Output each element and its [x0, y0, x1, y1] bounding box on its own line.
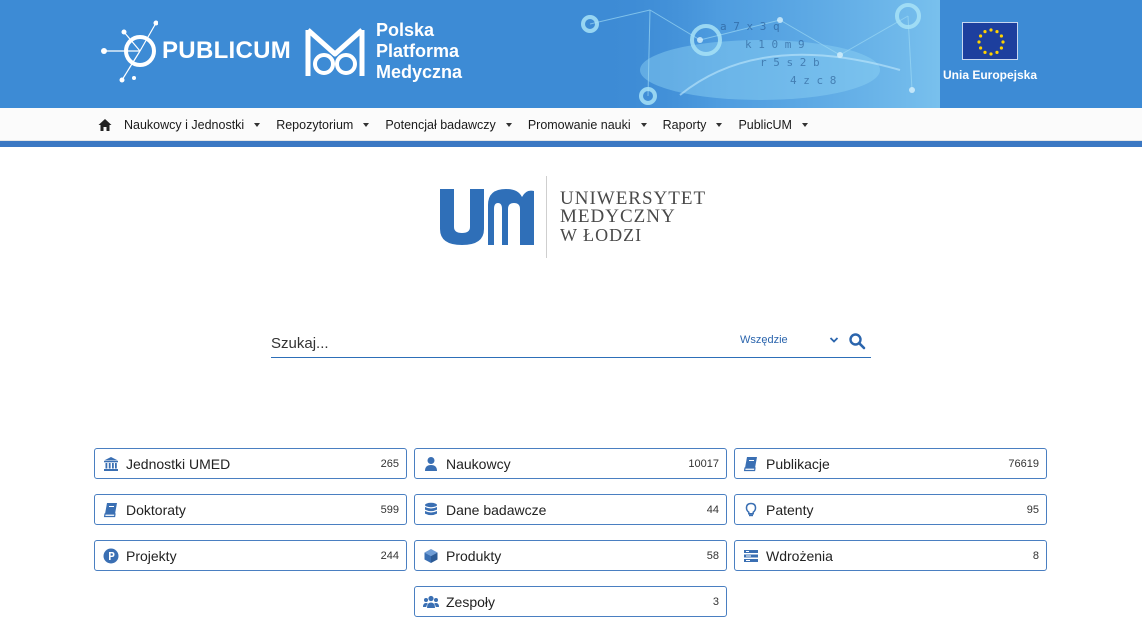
publicum-logo-text: PUBLIC: [162, 37, 254, 64]
tile-count: 95: [1026, 503, 1039, 516]
caret-down-icon: [505, 122, 512, 127]
team-icon: [423, 594, 439, 610]
caret-down-icon: [254, 122, 261, 127]
book-icon: [103, 502, 119, 518]
home-icon[interactable]: [98, 118, 112, 132]
tile-label: Patenty: [766, 501, 814, 518]
tile-patenty[interactable]: Patenty 95: [734, 494, 1047, 525]
tile-count: 599: [380, 503, 399, 516]
eu-label: Unia Europejska: [942, 68, 1038, 82]
user-icon: [423, 456, 439, 472]
university-name-line-3: W ŁODZI: [560, 225, 643, 245]
tile-publikacje[interactable]: Publikacje 76619: [734, 448, 1047, 479]
caret-down-icon: [640, 122, 647, 127]
um-monogram-icon: [440, 189, 534, 245]
search-scope-value: Wszędzie: [740, 334, 788, 346]
svg-text:k 1 0 m 9: k 1 0 m 9: [745, 38, 805, 51]
project-icon: [103, 548, 119, 564]
lightbulb-icon: [743, 502, 759, 518]
tile-label: Wdrożenia: [766, 547, 833, 564]
university-name: UNIWERSYTET MEDYCZNY W ŁODZI: [560, 189, 706, 245]
tile-projekty[interactable]: Projekty 244: [94, 540, 407, 571]
tile-count: 58: [706, 549, 719, 562]
nav-item-label: Promowanie nauki: [527, 117, 631, 132]
tile-label: Dane badawcze: [446, 501, 547, 518]
tile-jednostki-umed[interactable]: Jednostki UMED 265: [94, 448, 407, 479]
tile-produkty[interactable]: Produkty 58: [414, 540, 727, 571]
svg-text:4 z c 8: 4 z c 8: [790, 74, 836, 87]
tile-count: 244: [380, 549, 399, 562]
nav-item-label: Naukowcy i Jednostki: [124, 117, 245, 132]
tile-count: 8: [1032, 549, 1039, 562]
logo-divider: [546, 176, 547, 258]
search-bar: Wszędzie: [271, 328, 871, 358]
tile-doktoraty[interactable]: Doktoraty 599: [94, 494, 407, 525]
book-icon: [743, 456, 759, 472]
search-input[interactable]: [271, 330, 721, 356]
caret-down-icon: [716, 122, 723, 127]
tile-zespoly[interactable]: Zespoły 3: [414, 586, 727, 617]
nav-item-raporty[interactable]: Raporty: [663, 118, 723, 132]
caret-down-icon: [363, 122, 370, 127]
ppm-logo[interactable]: Polska Platforma Medyczna: [304, 20, 462, 83]
tile-dane-badawcze[interactable]: Dane badawcze 44: [414, 494, 727, 525]
university-logo[interactable]: UNIWERSYTET MEDYCZNY W ŁODZI: [438, 176, 706, 258]
svg-text:a 7 x 3 q: a 7 x 3 q: [720, 20, 780, 33]
ppm-line-3: Medyczna: [376, 62, 463, 82]
university-name-line-2: MEDYCZNY: [560, 206, 676, 227]
publicum-logo-text-bold: UM: [253, 37, 292, 64]
tile-count: 44: [706, 503, 719, 516]
tile-count: 76619: [1008, 457, 1039, 470]
tile-count: 265: [380, 457, 399, 470]
chevron-down-icon: [829, 337, 838, 343]
ppm-m-icon: [305, 27, 365, 76]
institution-icon: [103, 456, 119, 472]
nav-item-label: Potencjał badawczy: [385, 117, 496, 132]
database-icon: [423, 502, 439, 518]
cube-icon: [423, 548, 439, 564]
nav-item-naukowcy-i-jednostki[interactable]: Naukowcy i Jednostki: [124, 117, 261, 132]
main-nav: Naukowcy i Jednostki Repozytorium Potenc…: [0, 108, 1142, 141]
svg-text:r 5 s 2 b: r 5 s 2 b: [760, 56, 820, 69]
eu-flag-icon: [962, 22, 1018, 60]
nav-item-repozytorium[interactable]: Repozytorium: [276, 117, 370, 132]
tile-label: Zespoły: [446, 593, 496, 610]
nav-item-promowanie-nauki[interactable]: Promowanie nauki: [528, 118, 647, 132]
publicum-molecule-icon: [101, 20, 158, 83]
nav-item-publicum[interactable]: PublicUM: [738, 118, 808, 132]
tile-naukowcy[interactable]: Naukowcy 10017: [414, 448, 727, 479]
tile-count: 3: [712, 595, 719, 608]
nav-item-potencjal-badawczy[interactable]: Potencjał badawczy: [385, 117, 512, 132]
tile-label: Jednostki UMED: [126, 455, 231, 472]
nav-item-label: Raporty: [662, 117, 707, 132]
nav-item-label: PublicUM: [738, 117, 792, 132]
nav-divider: [0, 141, 1142, 147]
publicum-logo[interactable]: PUBLICUM: [100, 18, 291, 84]
tile-label: Naukowcy: [446, 455, 511, 472]
tile-label: Projekty: [126, 547, 177, 564]
ppm-line-1: Polska: [376, 20, 435, 40]
header-banner: a 7 x 3 q k 1 0 m 9 r 5 s 2 b 4 z c 8 PU: [0, 0, 1142, 108]
tile-count: 10017: [688, 457, 719, 470]
search-scope-select[interactable]: Wszędzie: [740, 334, 840, 346]
ppm-line-2: Platforma: [376, 41, 460, 61]
tile-label: Doktoraty: [126, 501, 186, 518]
tile-label: Publikacje: [766, 455, 830, 472]
tile-wdrozenia[interactable]: Wdrożenia 8: [734, 540, 1047, 571]
search-icon[interactable]: [848, 332, 866, 350]
eu-badge: Unia Europejska: [940, 22, 1040, 82]
tile-label: Produkty: [446, 547, 502, 564]
caret-down-icon: [801, 122, 808, 127]
nav-item-label: Repozytorium: [276, 117, 354, 132]
implementation-icon: [743, 548, 759, 564]
